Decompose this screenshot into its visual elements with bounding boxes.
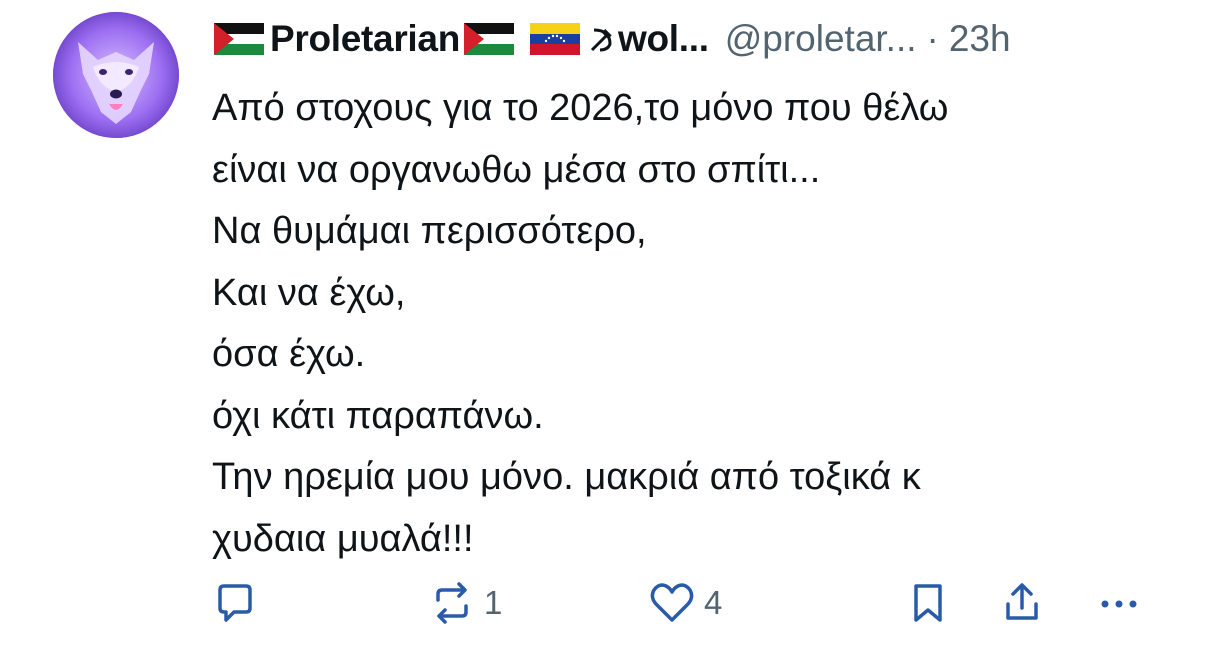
like-count: 4	[704, 584, 723, 621]
reply-icon	[218, 584, 252, 622]
palestine-flag-icon	[214, 23, 264, 55]
tweet[interactable]: Proletarian wol... @proletar... · 23h Απ…	[0, 0, 1206, 664]
more-dots-icon	[1101, 600, 1137, 608]
display-name-part2: wol...	[618, 18, 709, 59]
reply-button[interactable]	[212, 578, 258, 628]
tweet-timestamp[interactable]: 23h	[949, 14, 1011, 64]
tweet-text-line: Και να έχω,	[212, 271, 406, 314]
hammer-and-sickle-icon	[590, 28, 612, 52]
bookmark-icon	[914, 584, 942, 622]
venezuela-flag-icon	[530, 23, 580, 55]
tweet-text-line: όχι κάτι παραπάνω.	[212, 394, 544, 437]
action-bar: 1 4	[0, 578, 1206, 628]
user-handle[interactable]: @proletar...	[725, 14, 917, 64]
more-options-button[interactable]	[1096, 578, 1142, 628]
avatar[interactable]	[53, 12, 179, 138]
like-button[interactable]: 4	[648, 578, 722, 628]
tweet-text-line: Να θυμάμαι περισσότερο,	[212, 210, 647, 252]
tweet-text: Από στοχους για το 2026,το μόνο που θέλω…	[212, 78, 1182, 570]
palestine-flag-icon	[464, 23, 514, 55]
wolf-avatar-icon	[53, 12, 179, 138]
repost-icon	[436, 582, 468, 624]
display-name-part1: Proletarian	[270, 18, 460, 59]
repost-count: 1	[484, 584, 503, 621]
tweet-text-line: Την ηρεμία μου μόνο. μακριά από τοξικά κ	[212, 456, 921, 498]
share-icon	[1006, 583, 1038, 620]
tweet-text-line: όσα έχω.	[212, 333, 366, 375]
tweet-text-line: Από στοχους για το 2026,το μόνο που θέλω	[212, 87, 949, 129]
tweet-text-line: χυδαια μυαλά!!!	[212, 517, 474, 560]
tweet-text-line: είναι να οργανωθω μέσα στο σπίτι...	[212, 148, 821, 191]
bookmark-button[interactable]	[908, 578, 948, 628]
share-button[interactable]	[1000, 578, 1044, 628]
tweet-header: Proletarian wol... @proletar... · 23h	[214, 14, 1011, 64]
separator-dot: ·	[926, 18, 939, 59]
heart-icon	[650, 583, 694, 622]
repost-button[interactable]: 1	[428, 578, 502, 628]
display-name[interactable]: Proletarian wol...	[214, 14, 709, 64]
